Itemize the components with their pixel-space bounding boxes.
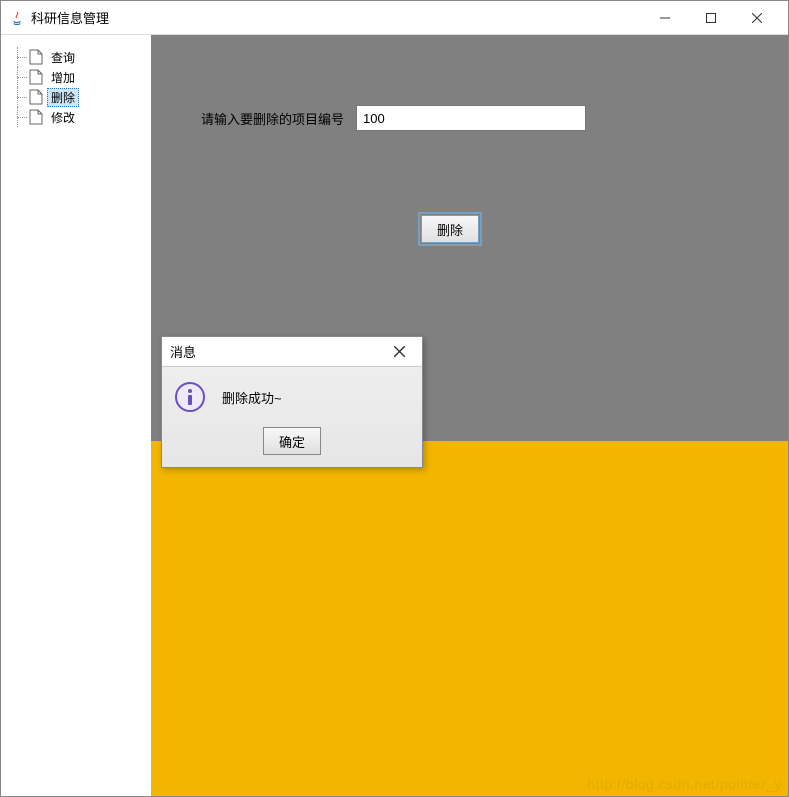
delete-button[interactable]: 删除 — [421, 215, 479, 243]
window-controls — [642, 3, 780, 33]
tree-item-delete[interactable]: 删除 — [9, 87, 143, 107]
maximize-button[interactable] — [688, 3, 734, 33]
delete-button-wrap: 删除 — [421, 215, 479, 243]
dialog-title: 消息 — [170, 342, 196, 361]
tree-item-add[interactable]: 增加 — [9, 67, 143, 87]
java-icon — [9, 10, 25, 26]
dialog-footer: 确定 — [162, 421, 422, 467]
info-icon — [174, 381, 206, 413]
minimize-button[interactable] — [642, 3, 688, 33]
dialog-message: 删除成功~ — [222, 388, 282, 407]
nav-tree: 查询 增加 删除 修改 — [9, 47, 143, 127]
window-title: 科研信息管理 — [31, 8, 109, 27]
watermark-text: http://blog.csdn.net/pointer_y — [587, 776, 782, 792]
close-button[interactable] — [734, 3, 780, 33]
titlebar: 科研信息管理 — [1, 1, 788, 35]
file-icon — [29, 109, 43, 125]
tree-item-label: 查询 — [47, 49, 79, 66]
project-id-input[interactable] — [356, 105, 586, 131]
message-dialog: 消息 删除成功~ 确定 — [161, 336, 423, 468]
tree-item-label: 修改 — [47, 109, 79, 126]
file-icon — [29, 49, 43, 65]
dialog-body: 删除成功~ — [162, 367, 422, 421]
sidebar: 查询 增加 删除 修改 — [1, 35, 151, 796]
tree-item-query[interactable]: 查询 — [9, 47, 143, 67]
dialog-ok-button[interactable]: 确定 — [263, 427, 321, 455]
dialog-close-button[interactable] — [384, 339, 414, 365]
delete-form-row: 请输入要删除的项目编号 — [201, 105, 586, 131]
app-window: 科研信息管理 查询 — [0, 0, 789, 797]
tree-item-label: 删除 — [47, 88, 79, 107]
tree-item-label: 增加 — [47, 69, 79, 86]
dialog-titlebar: 消息 — [162, 337, 422, 367]
file-icon — [29, 89, 43, 105]
project-id-label: 请输入要删除的项目编号 — [201, 109, 344, 128]
result-panel — [151, 441, 788, 796]
tree-item-edit[interactable]: 修改 — [9, 107, 143, 127]
file-icon — [29, 69, 43, 85]
